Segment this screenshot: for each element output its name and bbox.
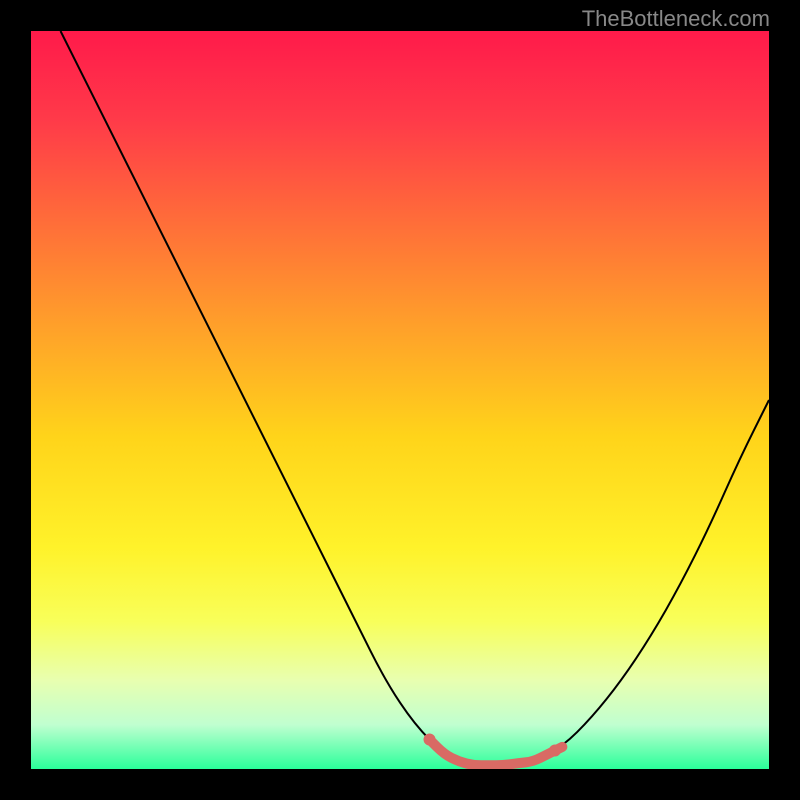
bottleneck-curve xyxy=(61,31,769,765)
highlight-segment xyxy=(430,739,563,765)
highlight-dot xyxy=(549,745,561,757)
chart-container: TheBottleneck.com xyxy=(0,0,800,800)
watermark-label: TheBottleneck.com xyxy=(582,6,770,32)
curve-layer xyxy=(31,31,769,769)
highlight-dot xyxy=(424,733,436,745)
plot-area xyxy=(31,31,769,769)
